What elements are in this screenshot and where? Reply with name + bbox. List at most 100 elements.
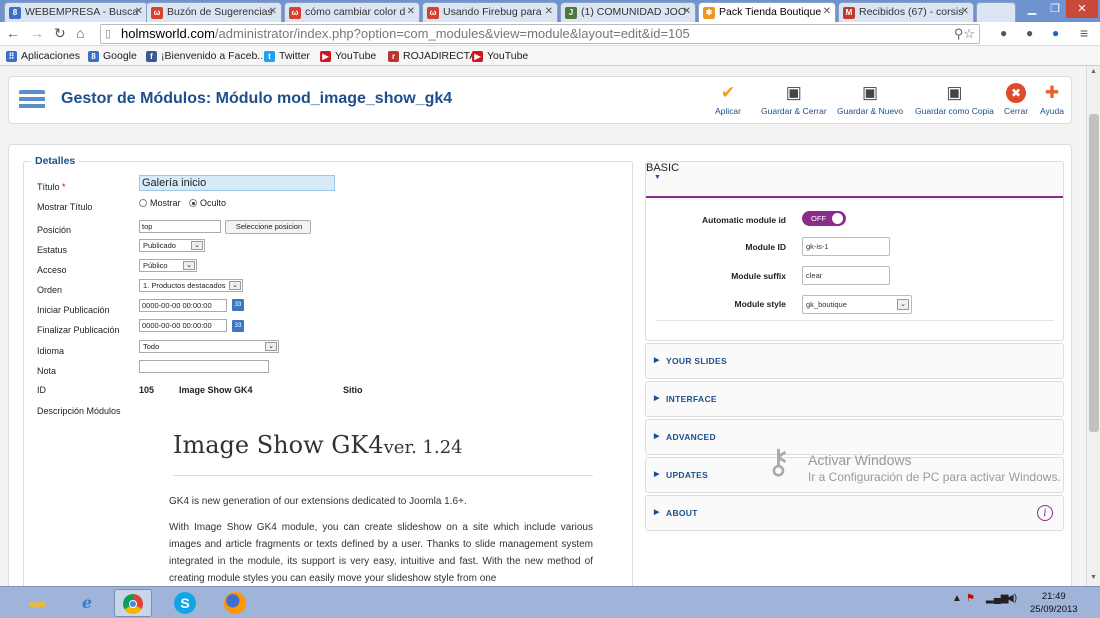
note-label: Nota	[37, 366, 57, 376]
address-bar-row: ← → ↻ ⌂ ▯ holmsworld.com/administrator/i…	[0, 22, 1100, 46]
close-icon[interactable]: ✕	[961, 6, 969, 17]
access-select[interactable]: Público ⌄	[139, 259, 197, 272]
key-icon: ⚷	[766, 443, 791, 481]
help-button[interactable]: ✚ Ayuda	[1040, 83, 1064, 116]
internet-explorer-icon[interactable]: e	[68, 589, 106, 617]
module-suffix-input[interactable]: clear	[802, 266, 890, 285]
advanced-accordion[interactable]: ▶ ADVANCED	[645, 419, 1064, 455]
title-label: Título *	[37, 182, 66, 192]
select-position-button[interactable]: Seleccione posicion	[225, 220, 311, 234]
url-input[interactable]: ▯ holmsworld.com/administrator/index.php…	[100, 24, 980, 44]
back-icon[interactable]: ←	[6, 25, 20, 41]
taskbar-clock[interactable]: 21:49 25/09/2013	[1030, 590, 1078, 616]
close-icon[interactable]: ✕	[823, 6, 831, 17]
module-suffix-label: Module suffix	[731, 271, 786, 281]
browser-tab[interactable]: ω Usando Firebug para ✕	[422, 2, 558, 22]
chevron-down-icon: ⌄	[229, 281, 241, 290]
page-scrollbar[interactable]: ▲ ▼	[1086, 66, 1100, 586]
bookmark-item[interactable]: 8 Google	[88, 50, 137, 62]
automatic-id-toggle[interactable]: OFF	[802, 211, 846, 226]
youtube-icon: ▶	[320, 50, 331, 62]
new-tab-button[interactable]	[976, 2, 1016, 22]
extension-icon[interactable]: ●	[1000, 26, 1007, 40]
browser-tab[interactable]: ω cómo cambiar color d ✕	[284, 2, 420, 22]
forward-icon[interactable]: →	[30, 25, 44, 41]
firefox-icon[interactable]	[216, 589, 254, 617]
interface-accordion[interactable]: ▶ INTERFACE	[645, 381, 1064, 417]
joomla-community-icon: J	[565, 7, 577, 19]
about-accordion[interactable]: ▶ ABOUT i	[645, 495, 1064, 531]
apply-button[interactable]: ✔ Aplicar	[715, 83, 741, 116]
divider	[173, 475, 593, 476]
home-icon[interactable]: ⌂	[76, 25, 84, 41]
tray-arrow-icon[interactable]: ▲	[952, 593, 962, 604]
bookmark-item[interactable]: ⠿ Aplicaciones	[6, 50, 80, 62]
status-select[interactable]: Publicado ⌄	[139, 239, 205, 252]
calendar-icon[interactable]: 33	[232, 299, 244, 311]
volume-icon[interactable]: ◀)	[1006, 593, 1017, 604]
title-input[interactable]: Galería inicio	[139, 175, 335, 191]
browser-tab[interactable]: 8 WEBEMPRESA - Busca ✕	[4, 2, 148, 22]
browser-tab-active[interactable]: ✱ Pack Tienda Boutique ✕	[698, 2, 836, 22]
scroll-down-icon[interactable]: ▼	[1090, 574, 1097, 581]
your-slides-accordion[interactable]: ▶ YOUR SLIDES	[645, 343, 1064, 379]
maximize-icon[interactable]: ❐	[1044, 0, 1066, 18]
position-input[interactable]: top	[139, 220, 221, 233]
bookmark-item[interactable]: r ROJADIRECTA	[388, 50, 476, 62]
reload-icon[interactable]: ↻	[54, 25, 66, 42]
language-select[interactable]: Todo ⌄	[139, 340, 279, 353]
show-title-radio[interactable]: Mostrar	[139, 198, 181, 208]
gmail-icon: M	[843, 7, 855, 19]
order-select[interactable]: 1. Productos destacados ⌄	[139, 279, 243, 292]
note-input[interactable]	[139, 360, 269, 373]
close-icon[interactable]: ✕	[407, 6, 415, 17]
module-id-input[interactable]: gk-is-1	[802, 237, 890, 256]
basic-accordion-header[interactable]: ▼ BASIC	[646, 162, 1063, 198]
save-new-button[interactable]: ▣ Guardar & Nuevo	[837, 83, 903, 116]
skype-icon[interactable]: S	[166, 589, 204, 617]
search-zoom-icon[interactable]: ⚲☆	[954, 25, 975, 43]
bookmark-item[interactable]: f ¡Bienvenido a Faceb...	[146, 50, 266, 62]
bookmark-item[interactable]: t Twitter	[264, 50, 310, 62]
extension-icon[interactable]: ●	[1052, 26, 1059, 40]
details-legend: Detalles	[31, 155, 80, 167]
extension-icon[interactable]: ●	[1026, 26, 1033, 40]
menu-icon[interactable]: ≡	[1080, 25, 1088, 41]
publish-down-input[interactable]: 0000-00-00 00:00:00	[139, 319, 227, 332]
windows-taskbar: ▬ e S ▲ ⚑ ▂▄▆ ◀) 21:49 25/09/2013	[0, 586, 1100, 618]
scroll-up-icon[interactable]: ▲	[1090, 68, 1097, 75]
chrome-icon[interactable]	[114, 589, 152, 617]
caret-right-icon: ▶	[654, 395, 660, 402]
youtube-icon: ▶	[472, 50, 483, 62]
admin-page: Gestor de Módulos: Módulo mod_image_show…	[0, 66, 1086, 586]
save-copy-button[interactable]: ▣ Guardar como Copia	[915, 83, 994, 116]
browser-tab[interactable]: M Recibidos (67) - corsis ✕	[838, 2, 974, 22]
close-icon[interactable]: ✕	[545, 6, 553, 17]
network-flag-icon[interactable]: ⚑	[966, 593, 975, 604]
browser-tab[interactable]: J (1) COMUNIDAD JOO ✕	[560, 2, 696, 22]
close-icon[interactable]: ✕	[269, 6, 277, 17]
radio-selected-icon	[189, 199, 197, 207]
publish-down-label: Finalizar Publicación	[37, 325, 120, 335]
browser-tab[interactable]: ω Buzón de Sugerencias ✕	[146, 2, 282, 22]
scrollbar-thumb[interactable]	[1089, 114, 1099, 432]
save-close-button[interactable]: ▣ Guardar & Cerrar	[761, 83, 827, 116]
info-icon[interactable]: i	[1037, 505, 1053, 521]
close-button[interactable]: ✖ Cerrar	[1004, 83, 1028, 116]
bookmark-item[interactable]: ▶ YouTube	[472, 50, 528, 62]
check-icon: ✔	[720, 83, 736, 102]
file-explorer-icon[interactable]: ▬	[18, 589, 56, 617]
hide-title-radio[interactable]: Oculto	[189, 198, 226, 208]
publish-up-input[interactable]: 0000-00-00 00:00:00	[139, 299, 227, 312]
language-label: Idioma	[37, 346, 65, 356]
window-close-icon[interactable]: ✕	[1066, 0, 1098, 18]
caret-right-icon: ▶	[654, 433, 660, 440]
bookmark-item[interactable]: ▶ YouTube	[320, 50, 376, 62]
uservoice-icon: ω	[427, 7, 439, 19]
minimize-icon[interactable]: ▁	[1020, 0, 1044, 18]
calendar-icon[interactable]: 33	[232, 320, 244, 332]
close-icon[interactable]: ✕	[683, 6, 691, 17]
module-style-select[interactable]: gk_boutique ⌄	[802, 295, 912, 314]
uservoice-icon: ω	[151, 7, 163, 19]
close-icon[interactable]: ✕	[135, 6, 143, 17]
